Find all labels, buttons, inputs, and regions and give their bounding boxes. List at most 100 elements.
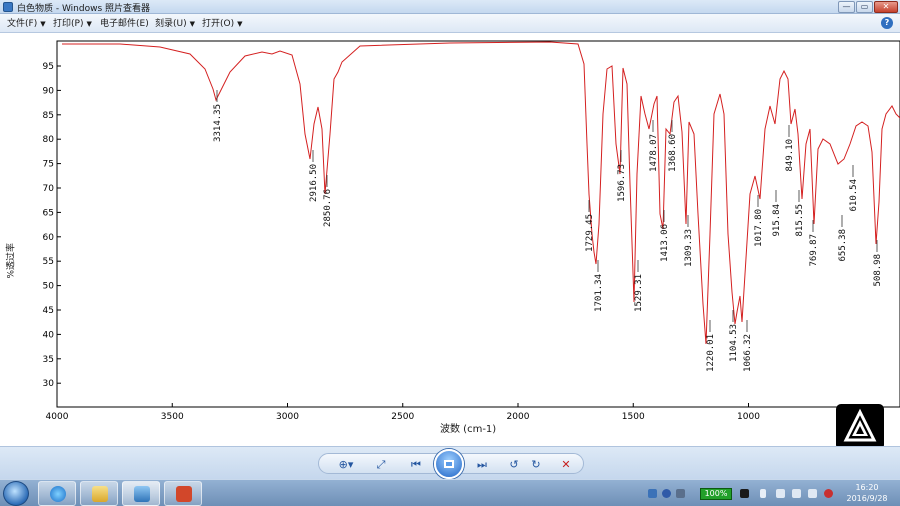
minimize-button[interactable]: — <box>838 1 855 13</box>
x-tick-label: 1500 <box>622 412 645 422</box>
previous-button[interactable]: ⏮ <box>405 456 427 473</box>
menu-bar: 文件(F) ▼ 打印(P) ▼ 电子邮件(E) 刻录(U) ▼ 打开(O) ▼ ? <box>0 14 900 33</box>
display-icon[interactable] <box>808 489 817 498</box>
help-icon[interactable]: ? <box>881 17 893 29</box>
y-axis-ticks: 95 90 85 80 75 70 65 60 55 50 45 40 35 30 <box>43 62 61 389</box>
power-plug-icon[interactable] <box>740 489 749 498</box>
y-tick-label: 75 <box>43 160 54 170</box>
actual-size-button[interactable]: ⤢ <box>371 456 391 473</box>
taskbar: 100% 16:20 2016/9/28 <box>0 479 900 506</box>
peak-label: 1309.33 <box>684 229 694 267</box>
system-clock[interactable]: 16:20 2016/9/28 <box>840 482 894 504</box>
x-tick-label: 1000 <box>737 412 760 422</box>
logo-icon <box>843 408 877 442</box>
peak-label: 1529.31 <box>634 274 644 312</box>
photo-viewer-icon <box>134 486 150 502</box>
next-button[interactable]: ⏭ <box>471 456 493 473</box>
peak-label: 849.10 <box>785 139 795 172</box>
rotate-counterclockwise-button[interactable]: ↺ <box>505 456 523 473</box>
peak-label: 1368.60 <box>668 134 678 172</box>
y-tick-label: 70 <box>43 184 55 194</box>
start-button[interactable] <box>3 481 29 506</box>
y-tick-label: 85 <box>43 111 54 121</box>
slideshow-icon <box>444 460 454 468</box>
menu-email[interactable]: 电子邮件(E) <box>98 17 151 31</box>
delete-button[interactable]: ✕ <box>557 456 575 473</box>
peak-label: 508.98 <box>873 254 883 287</box>
menu-burn[interactable]: 刻录(U) ▼ <box>153 17 197 31</box>
y-tick-label: 65 <box>43 208 54 218</box>
peak-labels: 3314.35 2916.50 2850.76 1729.45 1701.34 1596.… <box>213 104 883 372</box>
peak-label: 655.38 <box>838 229 848 262</box>
settings-tray-icon[interactable] <box>676 489 685 498</box>
flag-icon[interactable] <box>776 489 785 498</box>
image-viewer: 95 90 85 80 75 70 65 60 55 50 45 40 35 30 4000 3500 300… <box>0 34 900 450</box>
maximize-button[interactable]: ▭ <box>856 1 873 13</box>
taskbar-internet-explorer[interactable] <box>38 481 76 506</box>
chevron-down-icon: ▼ <box>86 20 92 28</box>
y-tick-label: 35 <box>43 355 54 365</box>
language-icon[interactable] <box>648 489 657 498</box>
watermark-logo <box>836 404 884 450</box>
title-bar: 白色物质 - Windows 照片查看器 — ▭ ✕ <box>0 0 900 14</box>
y-tick-label: 40 <box>43 330 55 340</box>
menu-file[interactable]: 文件(F) ▼ <box>5 17 48 31</box>
folder-icon <box>92 486 108 502</box>
powerpoint-icon <box>176 486 192 502</box>
menu-file-label: 文件(F) <box>7 19 38 29</box>
chevron-down-icon: ▼ <box>189 20 196 28</box>
peak-label: 1596.73 <box>617 164 627 202</box>
spectrum-trace <box>62 41 900 345</box>
clock-date: 2016/9/28 <box>846 494 888 503</box>
y-axis-title: %透过率 <box>6 242 17 279</box>
chevron-down-icon: ▼ <box>237 20 243 28</box>
help-tray-icon[interactable] <box>662 489 671 498</box>
clock-time: 16:20 <box>855 483 879 492</box>
menu-print[interactable]: 打印(P) ▼ <box>51 17 94 31</box>
peak-label: 1017.80 <box>754 209 764 247</box>
show-hidden-icons[interactable] <box>760 489 766 498</box>
peak-label: 915.84 <box>772 204 782 237</box>
peak-label: 769.87 <box>809 234 819 267</box>
menu-burn-label: 刻录(U) <box>155 19 187 29</box>
rotate-clockwise-button[interactable]: ↻ <box>527 456 545 473</box>
window-title: 白色物质 - Windows 照片查看器 <box>17 4 151 14</box>
slideshow-button[interactable] <box>434 449 464 479</box>
y-tick-label: 50 <box>43 282 55 292</box>
peak-label: 610.54 <box>849 179 859 212</box>
y-tick-label: 45 <box>43 306 54 316</box>
battery-indicator[interactable]: 100% <box>700 488 732 500</box>
y-tick-label: 55 <box>43 257 54 267</box>
zoom-button[interactable]: ⊕▾ <box>335 456 357 473</box>
x-axis-ticks: 4000 3500 3000 2500 2000 1500 1000 <box>46 403 760 422</box>
viewer-control-bar: ⊕▾ ⤢ ⏮ ⏭ ↺ ↻ ✕ <box>0 446 900 479</box>
y-tick-label: 30 <box>43 379 55 389</box>
y-tick-label: 80 <box>43 135 55 145</box>
x-tick-label: 4000 <box>46 412 69 422</box>
close-button[interactable]: ✕ <box>874 1 898 13</box>
peak-label: 1066.32 <box>743 334 753 372</box>
x-tick-label: 3000 <box>276 412 299 422</box>
peak-label: 3314.35 <box>213 104 223 142</box>
peak-label: 1729.45 <box>585 214 595 252</box>
internet-explorer-icon <box>50 486 66 502</box>
x-tick-label: 3500 <box>161 412 184 422</box>
network-icon[interactable] <box>792 489 801 498</box>
menu-open-label: 打开(O) <box>202 19 235 29</box>
peak-label: 1701.34 <box>594 274 604 312</box>
menu-open[interactable]: 打开(O) ▼ <box>200 17 245 31</box>
taskbar-explorer[interactable] <box>80 481 118 506</box>
taskbar-powerpoint[interactable] <box>164 481 202 506</box>
x-tick-label: 2500 <box>391 412 414 422</box>
y-tick-label: 95 <box>43 62 54 72</box>
photo-viewer-app-icon <box>3 2 13 12</box>
ir-spectrum-image: 95 90 85 80 75 70 65 60 55 50 45 40 35 30 4000 3500 300… <box>43 40 900 422</box>
menu-print-label: 打印(P) <box>53 19 84 29</box>
x-tick-label: 2000 <box>507 412 530 422</box>
peak-label: 1478.07 <box>649 134 659 172</box>
volume-icon[interactable] <box>824 489 833 498</box>
peak-label: 1220.01 <box>706 334 716 372</box>
taskbar-photo-viewer[interactable] <box>122 481 160 506</box>
peak-label: 1413.06 <box>660 224 670 262</box>
peak-label: 1104.53 <box>729 324 739 362</box>
